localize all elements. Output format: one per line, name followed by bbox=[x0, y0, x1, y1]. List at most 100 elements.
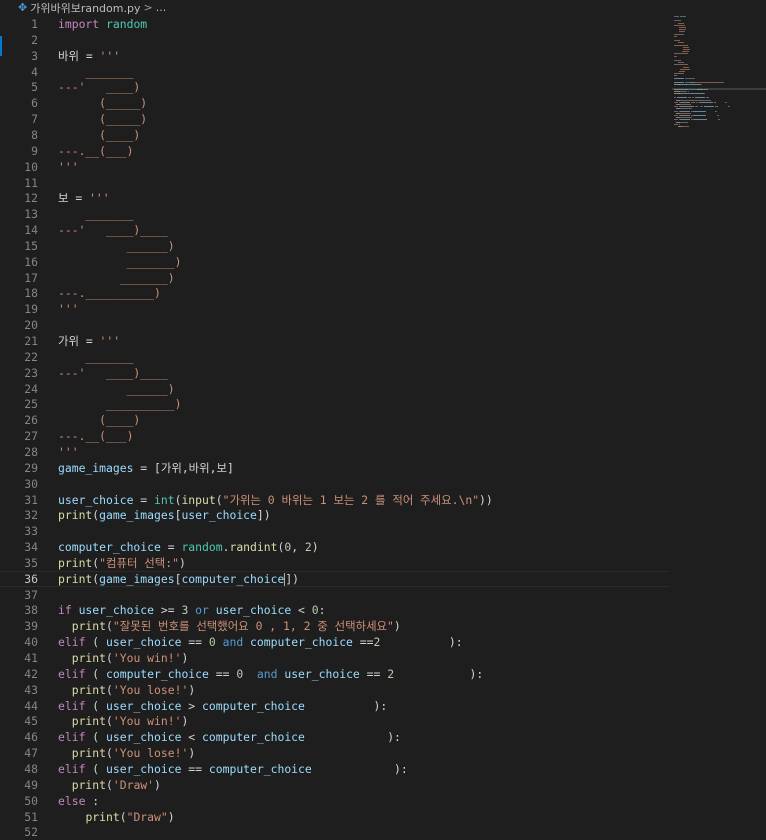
code-line[interactable]: 9 ---.__(___) bbox=[0, 143, 670, 159]
minimap-token bbox=[674, 110, 678, 112]
code-text: ---' ____)____ bbox=[58, 365, 168, 381]
minimap-token bbox=[680, 110, 691, 112]
code-line[interactable]: 40 elif ( user_choice == 0 and computer_c… bbox=[0, 634, 670, 650]
line-number: 21 bbox=[24, 334, 38, 348]
code-line[interactable]: 36 print(game_images[computer_choice]) bbox=[0, 571, 670, 587]
breadcrumb-symbol[interactable]: ... bbox=[156, 1, 167, 14]
code-token: print bbox=[71, 651, 107, 665]
code-token: "컴퓨터 선택:" bbox=[99, 555, 179, 570]
code-line[interactable]: 5 ---' ____) bbox=[0, 79, 670, 95]
code-token: randint bbox=[229, 540, 278, 555]
code-line[interactable]: 22 _______ bbox=[0, 349, 670, 365]
minimap-token bbox=[674, 73, 684, 75]
code-token: _______ bbox=[58, 349, 134, 364]
code-text: (____) bbox=[58, 412, 140, 428]
code-token: : bbox=[318, 603, 326, 618]
code-line[interactable]: 39 print("잘못된 번호를 선택했어요 0 , 1, 2 중 선택하세요… bbox=[0, 618, 670, 634]
breadcrumb-filename[interactable]: 가위바위보random.py bbox=[30, 0, 140, 16]
code-line[interactable]: 18 ---.__________) bbox=[0, 285, 670, 301]
line-number: 44 bbox=[24, 698, 38, 713]
code-line[interactable]: 51 print("Draw") bbox=[0, 809, 670, 825]
code-token: 보 = bbox=[58, 191, 90, 206]
code-line[interactable]: 15 ______) bbox=[0, 238, 670, 254]
code-line[interactable]: 29 game_images = [가위,바위,보] bbox=[0, 460, 670, 476]
code-line[interactable]: 42 elif ( computer_choice == 0 and user_c… bbox=[0, 666, 670, 682]
code-line[interactable]: 49 print('Draw') bbox=[0, 777, 670, 793]
breadcrumb: ✥ 가위바위보random.py > ... bbox=[0, 0, 766, 15]
code-line[interactable]: 17 _______) bbox=[0, 270, 670, 286]
code-line[interactable]: 44 elif ( user_choice > computer_choice )… bbox=[0, 698, 670, 714]
code-line[interactable]: 47 print('You lose!') bbox=[0, 745, 670, 761]
breadcrumb-separator: > bbox=[143, 1, 153, 14]
code-line[interactable]: 14 ---' ____)____ bbox=[0, 222, 670, 238]
line-number: 38 bbox=[24, 603, 38, 618]
code-token: ---' ____)____ bbox=[58, 365, 168, 380]
line-number: 27 bbox=[24, 429, 38, 444]
code-text: print(game_images[computer_choice]) bbox=[58, 571, 299, 587]
code-line[interactable]: 34 computer_choice = random.randint(0, 2) bbox=[0, 539, 670, 555]
code-text: _______ bbox=[58, 64, 133, 80]
minimap-token bbox=[674, 16, 680, 17]
code-line[interactable]: 12 보 = ''' bbox=[0, 190, 670, 206]
code-line[interactable]: 45 print('You win!') bbox=[0, 713, 670, 729]
code-line[interactable]: 37 bbox=[0, 587, 670, 603]
minimap-token bbox=[708, 97, 710, 99]
code-line[interactable]: 3 바위 = ''' bbox=[0, 48, 670, 64]
minimap-token bbox=[694, 97, 705, 99]
code-line[interactable]: 19 ''' bbox=[0, 301, 670, 317]
code-token: 'Draw' bbox=[112, 777, 155, 792]
code-line[interactable]: 48 elif ( user_choice == computer_choice … bbox=[0, 761, 670, 777]
code-line[interactable]: 2 bbox=[0, 32, 670, 48]
minimap-token bbox=[674, 55, 677, 57]
code-token: print bbox=[85, 809, 120, 824]
code-line[interactable]: 38 if user_choice >= 3 or user_choice < 0… bbox=[0, 602, 670, 618]
code-token: 바위 = bbox=[58, 48, 100, 63]
code-line[interactable]: 27 ---.__(___) bbox=[0, 428, 670, 444]
code-line[interactable]: 24 ______) bbox=[0, 381, 670, 397]
code-line[interactable]: 21 가위 = ''' bbox=[0, 333, 670, 349]
code-line[interactable]: 33 bbox=[0, 523, 670, 539]
code-token: user_choice bbox=[284, 666, 360, 681]
minimap-token bbox=[674, 44, 689, 46]
code-token: computer_choice bbox=[181, 571, 285, 586]
minimap-token bbox=[722, 82, 725, 83]
code-line[interactable]: 6 (_____) bbox=[0, 95, 670, 111]
code-line[interactable]: 10 ''' bbox=[0, 159, 670, 175]
code-line[interactable]: 52 bbox=[0, 824, 670, 840]
code-line[interactable]: 4 _______ bbox=[0, 64, 670, 80]
code-line[interactable]: 8 (____) bbox=[0, 127, 670, 143]
minimap-token bbox=[707, 88, 709, 90]
code-line[interactable]: 46 elif ( user_choice < computer_choice )… bbox=[0, 729, 670, 745]
code-line[interactable]: 23 ---' ____)____ bbox=[0, 365, 670, 381]
code-text: 보 = ''' bbox=[58, 190, 110, 206]
code-text: import random bbox=[58, 16, 147, 32]
code-line[interactable]: 11 bbox=[0, 175, 670, 191]
minimap-token bbox=[682, 51, 690, 53]
code-line[interactable]: 35 print("컴퓨터 선택:") bbox=[0, 555, 670, 571]
code-editor[interactable]: 1 import random 2 3 바위 = ''' 4 _______ 5 ---' _… bbox=[0, 16, 670, 840]
code-line[interactable]: 1 import random bbox=[0, 16, 670, 32]
code-line[interactable]: 16 _______) bbox=[0, 254, 670, 270]
code-token: ( bbox=[106, 746, 113, 761]
code-line[interactable]: 43 print('You lose!') bbox=[0, 682, 670, 698]
code-token: ) bbox=[188, 682, 196, 697]
minimap-token bbox=[674, 97, 676, 99]
minimap[interactable] bbox=[672, 16, 766, 136]
code-line[interactable]: 13 _______ bbox=[0, 206, 670, 222]
code-text: user_choice = int(input("가위는 0 바위는 1 보는 … bbox=[58, 492, 493, 508]
code-line[interactable]: 26 (____) bbox=[0, 412, 670, 428]
code-text: ''' bbox=[58, 301, 79, 317]
code-line[interactable]: 20 bbox=[0, 317, 670, 333]
code-line[interactable]: 50 else : bbox=[0, 793, 670, 809]
code-line[interactable]: 41 print('You win!') bbox=[0, 650, 670, 666]
code-line[interactable]: 31 user_choice = int(input("가위는 0 바위는 1 보… bbox=[0, 492, 670, 508]
code-line[interactable]: 7 (_____) bbox=[0, 111, 670, 127]
code-line[interactable]: 32 print(game_images[user_choice]) bbox=[0, 507, 670, 523]
minimap-token bbox=[679, 71, 685, 72]
code-line[interactable]: 30 bbox=[0, 476, 670, 492]
code-line[interactable]: 28 ''' bbox=[0, 444, 670, 460]
code-line[interactable]: 25 __________) bbox=[0, 396, 670, 412]
minimap-token bbox=[684, 77, 695, 79]
